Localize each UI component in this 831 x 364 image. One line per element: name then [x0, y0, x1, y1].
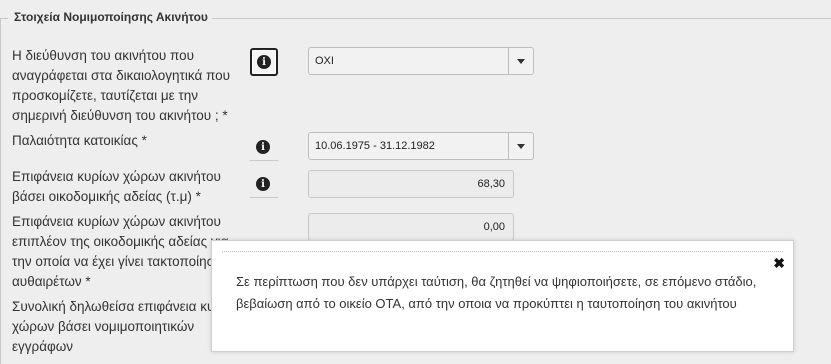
extra-area-input[interactable]: 0,00 [308, 213, 514, 241]
info-button-underline [250, 160, 278, 161]
extra-area-value: 0,00 [483, 221, 505, 233]
permit-area-input[interactable]: 68,30 [308, 170, 514, 198]
close-icon[interactable]: ✖ [773, 255, 785, 272]
address-match-value: ΟΧΙ [315, 55, 334, 67]
address-match-info-button[interactable]: i [250, 48, 278, 76]
building-age-label: Παλαιότητα κατοικίας * [12, 133, 147, 148]
fieldset-border-top-right [212, 18, 831, 19]
chevron-down-icon [517, 143, 525, 149]
building-age-select[interactable]: 10.06.1975 - 31.12.1982 [308, 132, 534, 160]
info-icon: i [256, 140, 270, 154]
chevron-down-icon [517, 58, 525, 64]
info-button-underline [250, 197, 278, 198]
fieldset-border-left [0, 18, 1, 364]
building-age-info-button[interactable]: i [250, 134, 276, 160]
section-legend: Στοιχεία Νομιμοποίησης Ακινήτου [14, 10, 208, 24]
building-age-value: 10.06.1975 - 31.12.1982 [315, 140, 435, 152]
popup-divider [222, 251, 783, 252]
permit-area-label: Επιφάνεια κυρίων χώρων ακινήτου βάσει οι… [12, 169, 221, 204]
info-icon: i [256, 177, 270, 191]
address-match-dropdown-button[interactable] [508, 48, 533, 74]
address-match-select[interactable]: ΟΧΙ [308, 47, 534, 75]
permit-area-info-button[interactable]: i [250, 171, 276, 197]
info-icon: i [257, 55, 271, 69]
popup-message: Σε περίπτωση που δεν υπάρχει ταύτιση, θα… [236, 274, 757, 311]
permit-area-value: 68,30 [477, 178, 505, 190]
fieldset-border-top-left [0, 18, 8, 19]
info-popup: ✖ Σε περίπτωση που δεν υπάρχει ταύτιση, … [211, 240, 794, 352]
building-age-dropdown-button[interactable] [508, 133, 533, 159]
address-match-label: Η διεύθυνση του ακινήτου που αναγράφεται… [12, 48, 231, 123]
